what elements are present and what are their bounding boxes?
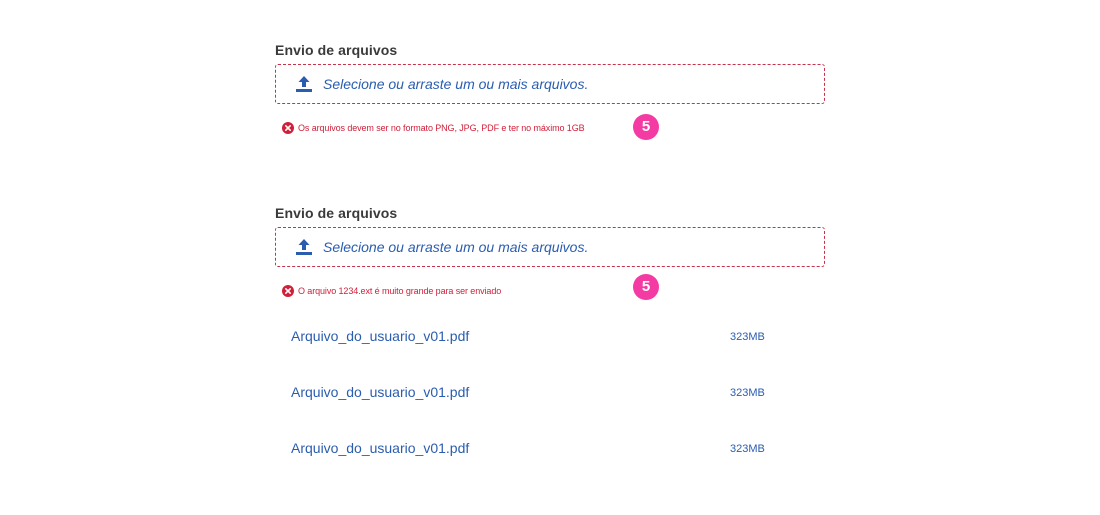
file-list-item: Arquivo_do_usuario_v01.pdf 323MB — [291, 436, 771, 492]
annotation-marker: 5 — [633, 114, 659, 140]
error-text: Os arquivos devem ser no formato PNG, JP… — [298, 123, 585, 133]
file-dropzone[interactable]: Selecione ou arraste um ou mais arquivos… — [275, 227, 825, 267]
dropzone-placeholder: Selecione ou arraste um ou mais arquivos… — [323, 239, 589, 255]
field-label: Envio de arquivos — [275, 42, 398, 58]
file-upload-field-2: Envio de arquivos Selecione ou arraste u… — [275, 204, 825, 299]
error-circle-x-icon — [282, 122, 294, 134]
file-name-link[interactable]: Arquivo_do_usuario_v01.pdf — [291, 440, 469, 456]
dropzone-placeholder: Selecione ou arraste um ou mais arquivos… — [323, 76, 589, 92]
upload-icon — [296, 239, 312, 255]
error-text: O arquivo 1234.ext é muito grande para s… — [298, 286, 502, 296]
file-list-item: Arquivo_do_usuario_v01.pdf 323MB — [291, 380, 771, 436]
upload-icon — [296, 76, 312, 92]
annotation-marker: 5 — [633, 274, 659, 300]
page: Envio de arquivos Selecione ou arraste u… — [0, 0, 1100, 515]
error-circle-x-icon — [282, 285, 294, 297]
file-upload-field-1: Envio de arquivos Selecione ou arraste u… — [275, 41, 825, 136]
error-message: Os arquivos devem ser no formato PNG, JP… — [275, 120, 825, 136]
file-list-item: Arquivo_do_usuario_v01.pdf 323MB — [291, 324, 771, 380]
file-name-link[interactable]: Arquivo_do_usuario_v01.pdf — [291, 384, 469, 400]
file-size: 323MB — [730, 443, 765, 455]
file-size: 323MB — [730, 387, 765, 399]
error-message: O arquivo 1234.ext é muito grande para s… — [275, 283, 825, 299]
field-label: Envio de arquivos — [275, 205, 398, 221]
file-name-link[interactable]: Arquivo_do_usuario_v01.pdf — [291, 328, 469, 344]
uploaded-file-list: Arquivo_do_usuario_v01.pdf 323MB Arquivo… — [291, 324, 771, 492]
file-size: 323MB — [730, 331, 765, 343]
file-dropzone[interactable]: Selecione ou arraste um ou mais arquivos… — [275, 64, 825, 104]
